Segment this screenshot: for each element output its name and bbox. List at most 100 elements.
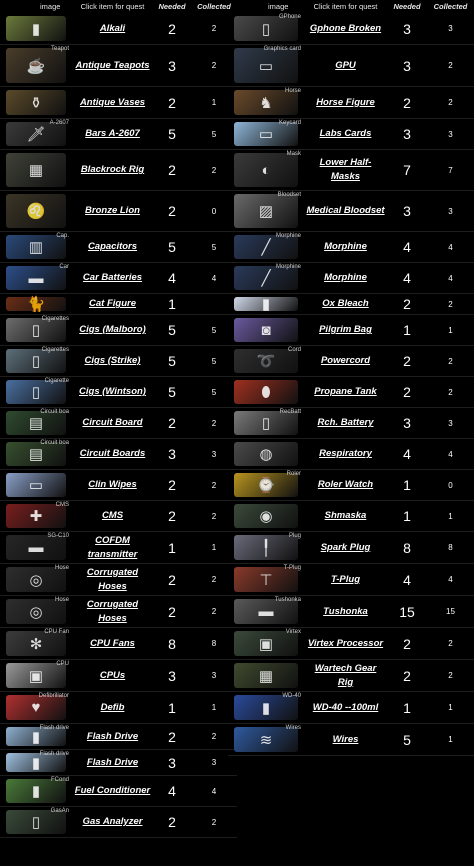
item-image-cell: ▬ Tushonka — [228, 596, 304, 627]
item-quest-link[interactable]: Shmaska — [304, 501, 387, 531]
item-image-tag: Cigarette — [44, 378, 69, 384]
item-quest-link[interactable]: GPU — [304, 45, 387, 86]
item-image-cell: ◉ — [228, 501, 304, 531]
item-quest-link[interactable]: Pilgrim Bag — [304, 315, 387, 345]
item-image-tag: Morphine — [275, 264, 301, 270]
item-quest-link[interactable]: Morphine — [304, 263, 387, 293]
item-quest-link[interactable]: T-Plug — [304, 564, 387, 595]
table-row: ◍ Respiratory 4 4 — [228, 439, 474, 470]
item-quest-link[interactable]: Gas Analyzer — [72, 807, 153, 837]
needed-count: 8 — [403, 539, 411, 556]
item-quest-link[interactable]: Ox Bleach — [304, 294, 387, 314]
needed-count: 2 — [168, 603, 176, 620]
collected-count: 3 — [448, 129, 453, 139]
table-row: ▮ WD-40 WD-40 --100ml 1 1 — [228, 692, 474, 724]
item-quest-link[interactable]: CPU Fans — [72, 628, 153, 659]
item-quest-link[interactable]: Alkali — [72, 13, 153, 44]
item-quest-link[interactable]: Cigs (Strike) — [72, 346, 153, 376]
item-image-cell: ⊤ T-Plug — [228, 564, 304, 595]
half-mask-icon: ◐ — [234, 153, 298, 187]
item-quest-link[interactable]: Cigs (Wintson) — [72, 377, 153, 407]
collected-count: 4 — [448, 273, 453, 283]
item-image-cell: ▦ — [228, 660, 304, 691]
item-quest-link[interactable]: Wartech Gear Rig — [304, 660, 387, 691]
item-quest-link[interactable]: Respiratory — [304, 439, 387, 469]
item-quest-link[interactable]: Corrugated Hoses — [72, 596, 153, 627]
needed-count: 2 — [403, 667, 411, 684]
item-image-cell: ▤ Circuit boa — [0, 408, 72, 438]
item-quest-link[interactable]: Propane Tank — [304, 377, 387, 407]
item-quest-link[interactable]: Circuit Boards — [72, 439, 153, 469]
item-image-tag: Virtex — [285, 629, 301, 635]
item-quest-link[interactable]: Virtex Processor — [304, 628, 387, 659]
table-row: ▮ Ox Bleach 2 2 — [228, 294, 474, 315]
item-image-tag: CPU — [56, 661, 69, 667]
item-quest-link[interactable]: Bronze Lion — [72, 191, 153, 231]
item-image-cell: ▬ SG-C10 — [0, 532, 72, 563]
item-image-tag: Hose — [54, 597, 69, 603]
bloodset-icon: ▨ — [234, 194, 298, 228]
item-quest-link[interactable]: Powercord — [304, 346, 387, 376]
item-quest-link[interactable]: CMS — [72, 501, 153, 531]
item-quest-link[interactable]: Rch. Battery — [304, 408, 387, 438]
item-quest-link[interactable]: Car Batteries — [72, 263, 153, 293]
item-quest-link[interactable]: Bars A-2607 — [72, 119, 153, 149]
table-row: ▮ Flash drive Flash Drive 3 3 — [0, 750, 237, 776]
item-quest-link[interactable]: Cigs (Malboro) — [72, 315, 153, 345]
item-quest-link[interactable]: Morphine — [304, 232, 387, 262]
item-image-tag: Cap. — [56, 233, 69, 239]
item-quest-link[interactable]: Horse Figure — [304, 87, 387, 118]
item-quest-link[interactable]: Blackrock Rig — [72, 150, 153, 190]
needed-count: 2 — [168, 571, 176, 588]
gear-rig-icon: ▦ — [234, 663, 298, 688]
item-quest-link[interactable]: Roler Watch — [304, 470, 387, 500]
item-quest-link[interactable]: Cat Figure — [72, 294, 153, 314]
item-image-cell: ▦ — [0, 150, 72, 190]
item-quest-link[interactable]: WD-40 --100ml — [304, 692, 387, 723]
item-image-cell: ▯ GPhone — [228, 13, 304, 44]
needed-count: 5 — [168, 353, 176, 369]
item-quest-link[interactable]: Spark Plug — [304, 532, 387, 563]
needed-count: 2 — [168, 728, 176, 745]
item-quest-link[interactable]: Antique Vases — [72, 87, 153, 118]
item-quest-link[interactable]: Capacitors — [72, 232, 153, 262]
needed-count: 2 — [403, 384, 411, 400]
item-quest-link[interactable]: Clin Wipes — [72, 470, 153, 500]
collected-count: 2 — [448, 387, 453, 397]
table-row: ✻ CPU Fan CPU Fans 8 8 — [0, 628, 237, 660]
item-image-tag: Morphine — [275, 233, 301, 239]
item-quest-link[interactable]: Medical Bloodset — [304, 191, 387, 231]
item-image-cell: ◐ Mask — [228, 150, 304, 190]
item-quest-link[interactable]: Lower Half-Masks — [304, 150, 387, 190]
rig-icon: ▦ — [6, 153, 66, 187]
item-image-cell: ▮ WD-40 — [228, 692, 304, 723]
collected-count: 8 — [448, 543, 453, 552]
item-quest-link[interactable]: Wires — [304, 724, 387, 755]
item-image-tag: Teapot — [50, 46, 69, 52]
item-image-cell: ▥ Cap. — [0, 232, 72, 262]
wipes-icon: ▭ — [6, 473, 66, 497]
collected-count: 4 — [448, 449, 453, 459]
item-quest-link[interactable]: Labs Cards — [304, 119, 387, 149]
collected-count: 1 — [448, 703, 453, 712]
item-quest-link[interactable]: Tushonka — [304, 596, 387, 627]
item-quest-link[interactable]: Defib — [72, 692, 153, 723]
item-image-cell: ▮ FCond — [0, 776, 72, 806]
item-quest-link[interactable]: Flash Drive — [72, 724, 153, 749]
item-quest-link[interactable]: Circuit Board — [72, 408, 153, 438]
needed-count: 2 — [168, 508, 176, 524]
item-image-cell: ▭ — [0, 470, 72, 500]
item-quest-link[interactable]: Corrugated Hoses — [72, 564, 153, 595]
item-quest-link[interactable]: Flash Drive — [72, 750, 153, 775]
item-image-tag: CPU Fan — [44, 629, 69, 635]
item-quest-link[interactable]: CPUs — [72, 660, 153, 691]
item-quest-link[interactable]: Fuel Conditioner — [72, 776, 153, 806]
item-quest-link[interactable]: Gphone Broken — [304, 13, 387, 44]
item-image-tag: Circuit boa — [40, 440, 69, 446]
item-image-tag: Flash drive — [39, 725, 69, 731]
item-quest-link[interactable]: Antique Teapots — [72, 45, 153, 86]
table-row: ◐ Mask Lower Half-Masks 7 7 — [228, 150, 474, 191]
item-quest-link[interactable]: COFDM transmitter — [72, 532, 153, 563]
needed-count: 2 — [168, 162, 176, 178]
car-battery-icon: ▬ — [6, 266, 66, 290]
